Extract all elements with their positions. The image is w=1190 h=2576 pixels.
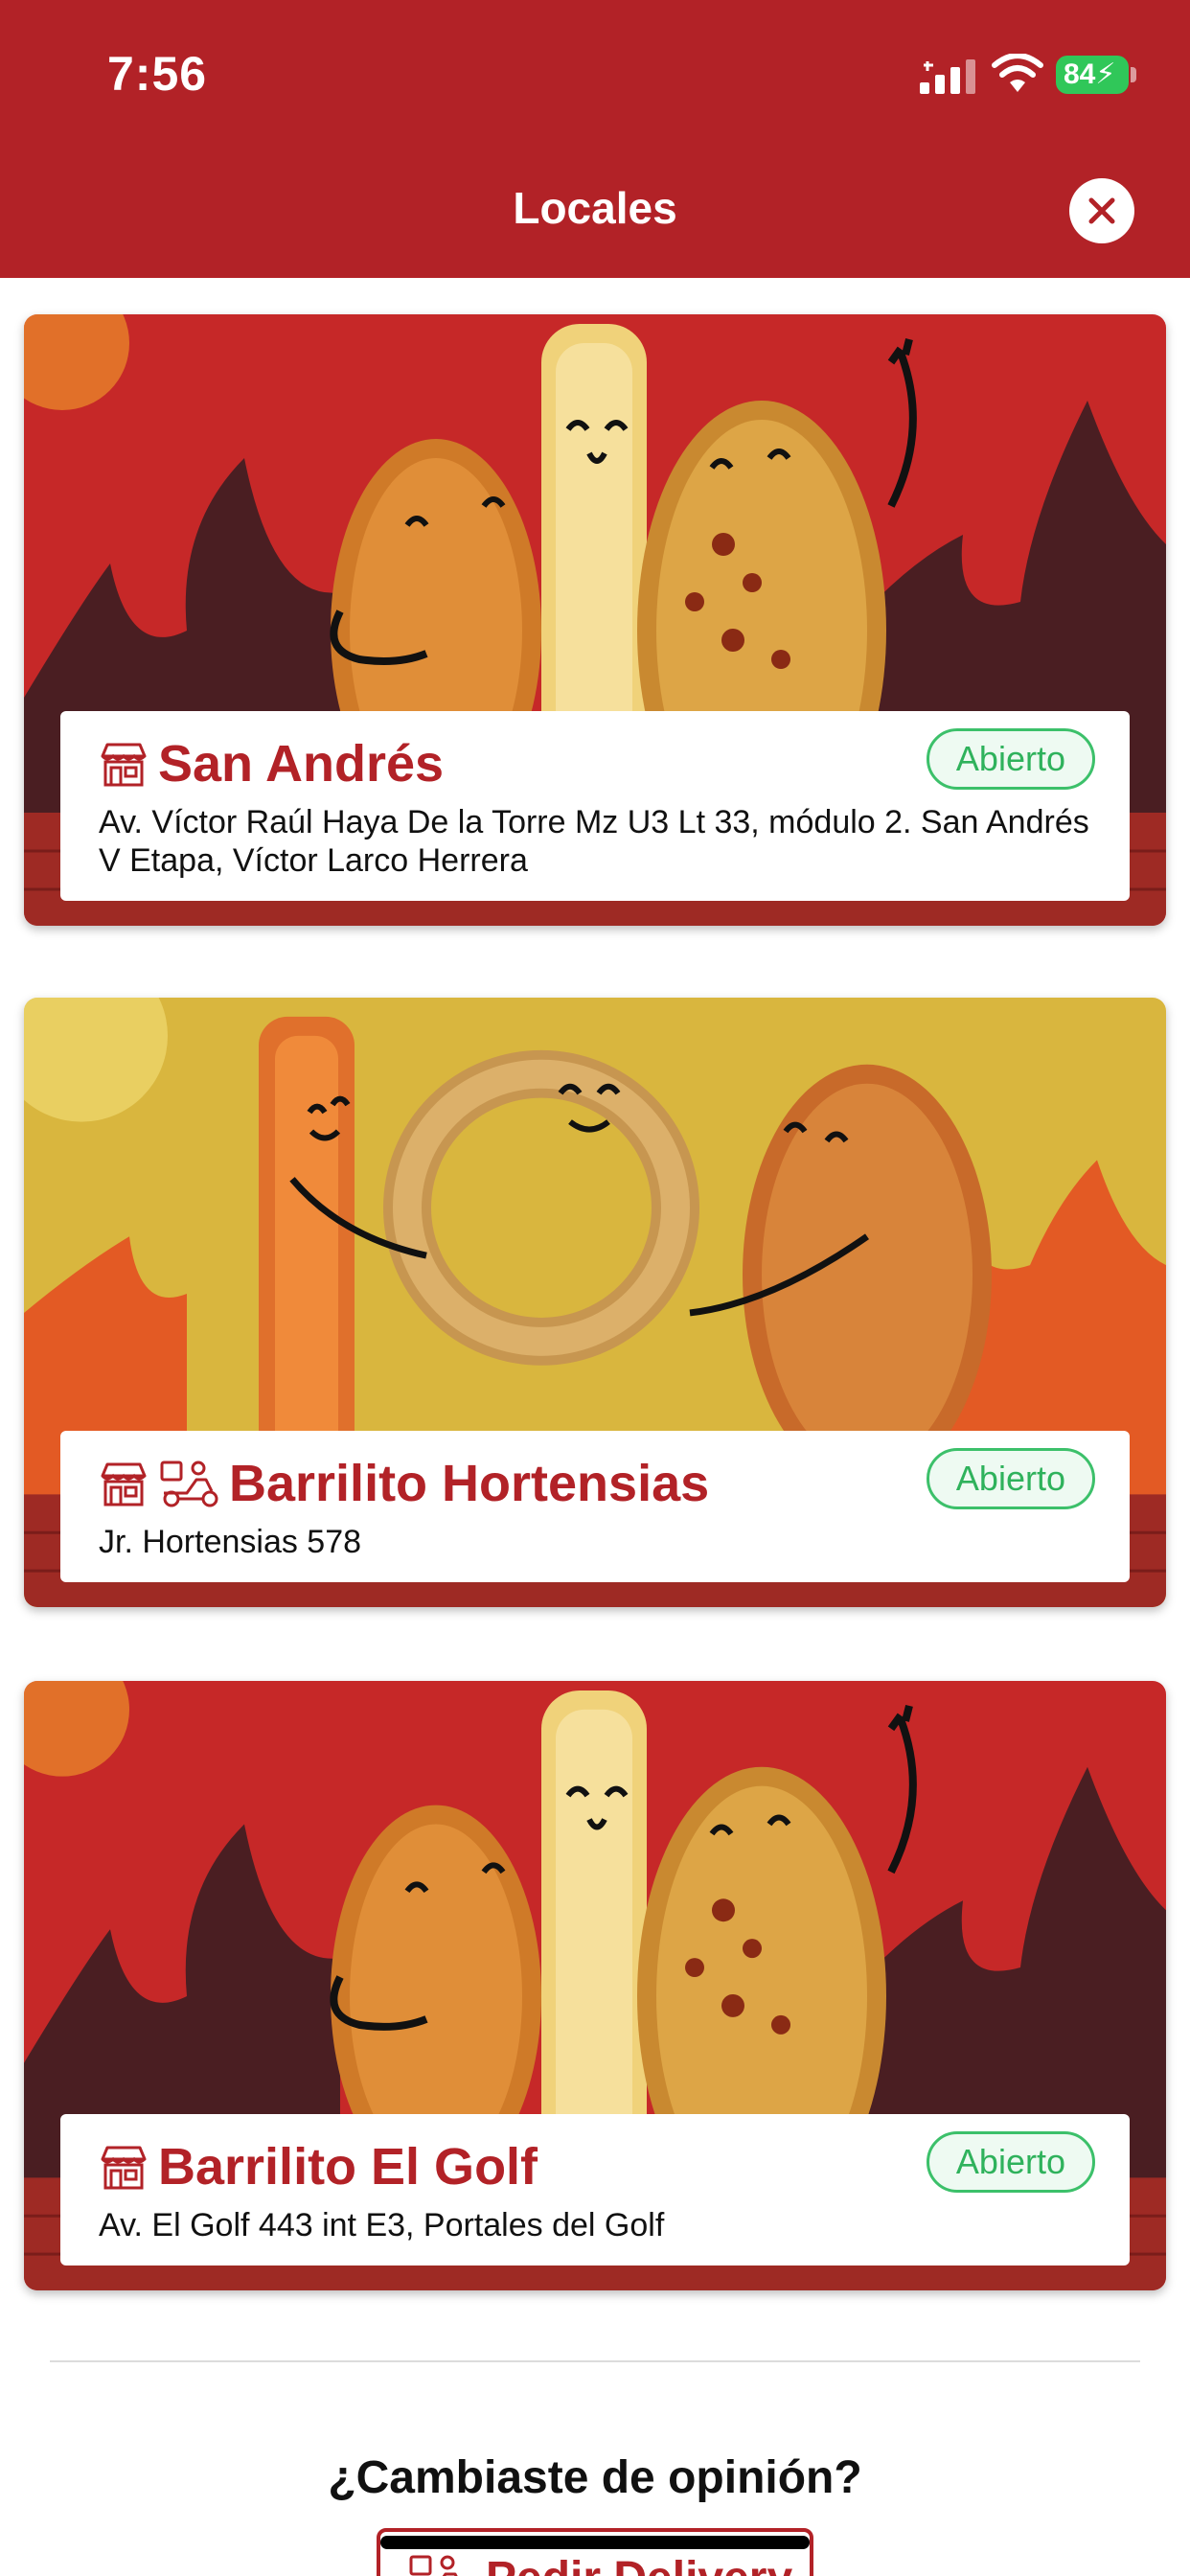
store-name: Barrilito Hortensias [229,1455,710,1512]
app-header: 7:56 84⚡ Locales [0,0,1190,278]
delivery-moto-icon [407,2551,472,2576]
close-icon [1088,197,1115,224]
home-indicator[interactable] [380,2536,810,2549]
status-badge: Abierto [926,1448,1095,1509]
battery-icon: 84⚡ [1056,56,1129,94]
store-address: Jr. Hortensias 578 [99,1524,362,1560]
delivery-button-content: Pedir Delivery [407,2551,792,2576]
store-name: San Andrés [158,735,445,793]
store-name: Barrilito El Golf [158,2138,538,2196]
store-icon [99,1459,149,1508]
store-info: San Andrés Abierto Av. Víctor Raúl Haya … [60,711,1130,901]
wifi-icon [992,54,1043,92]
delivery-moto-icon [158,1457,223,1510]
signal-icon [920,59,975,94]
store-info: Barrilito El Golf Abierto Av. El Golf 44… [60,2114,1130,2266]
delivery-button-label: Pedir Delivery [486,2552,792,2576]
store-card[interactable]: Barrilito Hortensias Abierto Jr. Hortens… [24,998,1166,1607]
battery-level: 84 [1064,58,1096,90]
store-icon [99,2142,149,2192]
store-info: Barrilito Hortensias Abierto Jr. Hortens… [60,1431,1130,1582]
status-badge: Abierto [926,2131,1095,2193]
close-button[interactable] [1069,178,1134,243]
battery-cap [1131,67,1136,82]
store-card[interactable]: Barrilito El Golf Abierto Av. El Golf 44… [24,1681,1166,2290]
status-time: 7:56 [107,47,208,101]
store-address: Av. Víctor Raúl Haya De la Torre Mz U3 L… [99,804,1089,879]
divider [50,2360,1140,2362]
store-card[interactable]: San Andrés Abierto Av. Víctor Raúl Haya … [24,314,1166,926]
page-title: Locales [513,183,677,233]
store-address: Av. El Golf 443 int E3, Portales del Gol… [99,2207,665,2243]
change-mind-heading: ¿Cambiaste de opinión? [328,2452,862,2503]
store-icon [99,739,149,789]
status-badge: Abierto [926,728,1095,790]
